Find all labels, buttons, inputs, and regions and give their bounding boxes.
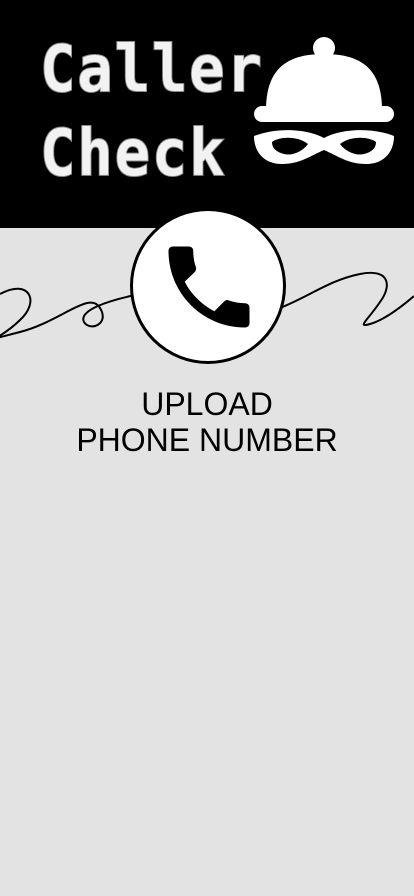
logo-title-line-2: Check <box>39 116 227 192</box>
logo-title-line-1: Caller <box>39 32 264 108</box>
phone-handset-icon <box>168 246 250 328</box>
app-header: Caller Check <box>0 0 414 228</box>
app-logo-title: Caller Check <box>39 28 264 196</box>
spy-icon <box>254 37 394 164</box>
upload-label-line-2: PHONE NUMBER <box>76 422 338 458</box>
upload-label-line-1: UPLOAD <box>141 386 273 422</box>
upload-phone-button[interactable] <box>130 208 286 364</box>
upload-phone-label[interactable]: UPLOAD PHONE NUMBER <box>0 386 414 458</box>
